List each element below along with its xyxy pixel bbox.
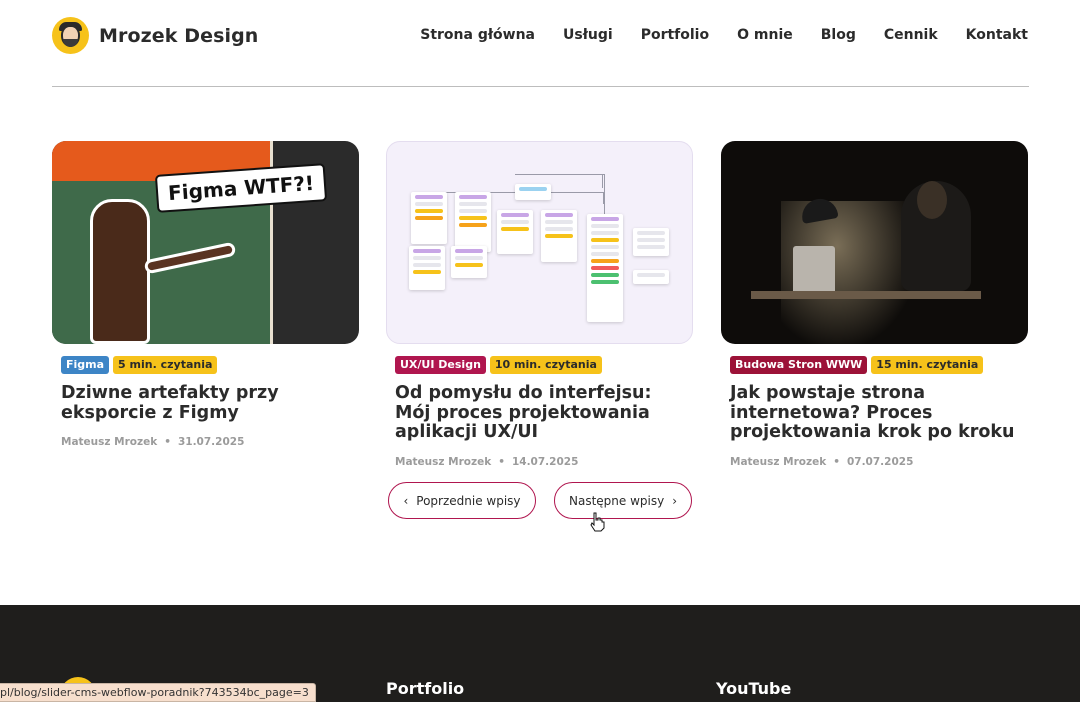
category-badge[interactable]: UX/UI Design xyxy=(395,356,486,374)
player-figure xyxy=(90,199,150,344)
meta-separator: • xyxy=(164,436,171,448)
post-thumbnail[interactable] xyxy=(721,141,1028,344)
main-nav: Strona główna Usługi Portfolio O mnie Bl… xyxy=(420,27,1028,43)
nav-item-portfolio[interactable]: Portfolio xyxy=(641,27,709,43)
site-header: Mrozek Design Strona główna Usługi Portf… xyxy=(0,0,1080,87)
status-bar-url: pl/blog/slider-cms-webflow-poradnik?7435… xyxy=(0,683,316,702)
hand-cursor-icon xyxy=(590,512,605,532)
nav-item-pricing[interactable]: Cennik xyxy=(884,27,938,43)
nav-item-services[interactable]: Usługi xyxy=(563,27,613,43)
footer-heading-youtube: YouTube xyxy=(716,679,792,698)
computer-monitor xyxy=(793,246,835,294)
nav-item-about[interactable]: O mnie xyxy=(737,27,793,43)
brand-logo[interactable]: Mrozek Design xyxy=(52,17,258,54)
post-card[interactable]: Figma WTF?! Figma 5 min. czytania Dziwne… xyxy=(52,141,359,448)
post-title[interactable]: Od pomysłu do interfejsu: Mój proces pro… xyxy=(395,383,690,443)
post-title[interactable]: Dziwne artefakty przy eksporcie z Figmy xyxy=(61,383,356,423)
post-title[interactable]: Jak powstaje strona internetowa? Proces … xyxy=(730,383,1025,443)
meta-separator: • xyxy=(833,455,840,468)
nav-item-blog[interactable]: Blog xyxy=(821,27,856,43)
category-badge[interactable]: Budowa Stron WWW xyxy=(730,356,868,374)
post-tags: Budowa Stron WWW 15 min. czytania xyxy=(730,356,1028,374)
read-time-badge: 10 min. czytania xyxy=(489,356,602,374)
next-posts-label: Następne wpisy xyxy=(568,493,665,508)
post-author: Mateusz Mrozek xyxy=(61,436,158,448)
post-author: Mateusz Mrozek xyxy=(730,455,827,468)
chevron-right-icon: › xyxy=(672,493,678,508)
post-thumbnail[interactable] xyxy=(386,141,693,344)
post-tags: Figma 5 min. czytania xyxy=(61,356,359,374)
post-thumbnail[interactable]: Figma WTF?! xyxy=(52,141,359,344)
avatar-logo-icon xyxy=(52,17,89,54)
chevron-left-icon: ‹ xyxy=(403,493,409,508)
post-meta: Mateusz Mrozek • 07.07.2025 xyxy=(730,456,1028,468)
post-meta: Mateusz Mrozek • 31.07.2025 xyxy=(61,436,359,448)
post-date: 14.07.2025 xyxy=(511,455,579,468)
brand-name: Mrozek Design xyxy=(99,24,259,47)
previous-posts-label: Poprzednie wpisy xyxy=(416,493,521,508)
post-tags: UX/UI Design 10 min. czytania xyxy=(395,356,693,374)
read-time-badge: 15 min. czytania xyxy=(871,356,984,374)
header-divider xyxy=(52,86,1029,87)
previous-posts-button[interactable]: ‹ Poprzednie wpisy xyxy=(388,482,536,519)
post-date: 07.07.2025 xyxy=(846,455,914,468)
post-card[interactable]: Budowa Stron WWW 15 min. czytania Jak po… xyxy=(721,141,1028,468)
category-badge[interactable]: Figma xyxy=(61,356,110,374)
post-meta: Mateusz Mrozek • 14.07.2025 xyxy=(395,456,693,468)
nav-item-home[interactable]: Strona główna xyxy=(420,27,535,43)
post-author: Mateusz Mrozek xyxy=(395,455,492,468)
post-card[interactable]: UX/UI Design 10 min. czytania Od pomysłu… xyxy=(386,141,693,468)
nav-item-contact[interactable]: Kontakt xyxy=(966,27,1028,43)
read-time-badge: 5 min. czytania xyxy=(113,356,218,374)
footer-heading-portfolio: Portfolio xyxy=(386,679,465,698)
post-date: 31.07.2025 xyxy=(177,436,245,448)
next-posts-button[interactable]: Następne wpisy › xyxy=(554,482,692,519)
meta-separator: • xyxy=(498,455,505,468)
